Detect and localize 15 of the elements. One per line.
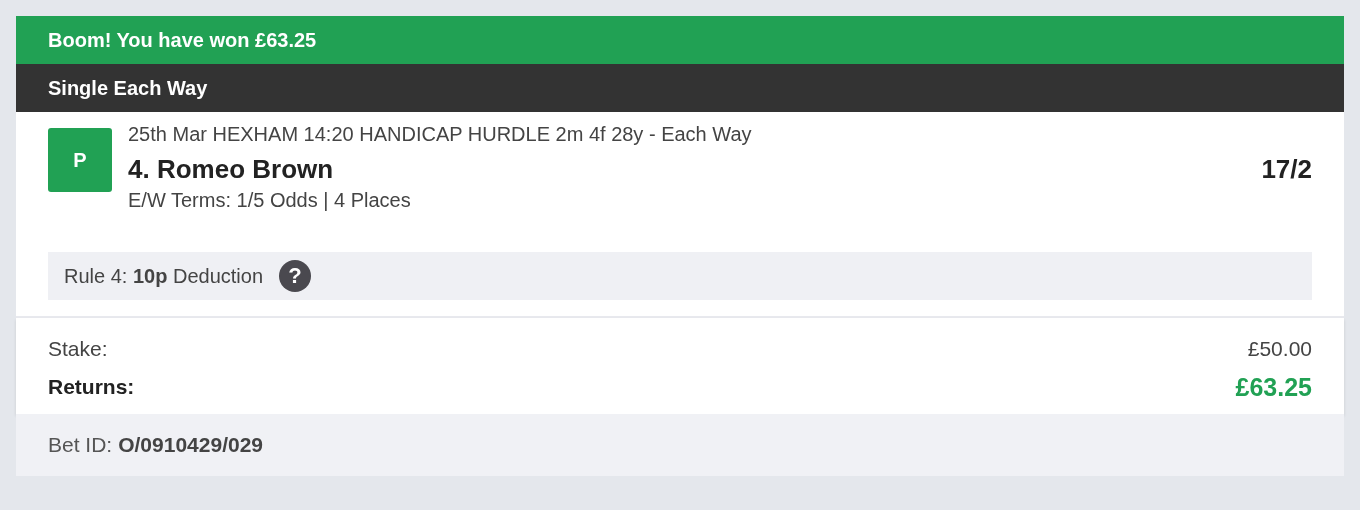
rule4-text: Rule 4: 10p Deduction [64,264,264,288]
event-name: 25th Mar HEXHAM 14:20 HANDICAP HURDLE 2m 4f 28y - Each Way [128,122,753,146]
stake-amount: £50.00 [1247,337,1312,361]
help-icon[interactable]: ? [279,260,312,292]
bet-id-label: Bet ID: [48,433,113,457]
stake-label: Stake: [48,337,108,361]
returns-amount: £63.25 [1235,372,1312,402]
odds: 17/2 [1261,154,1312,185]
bet-type-header: Single Each Way [16,64,1344,112]
result-badge: P [48,128,112,192]
runner-name: 4. Romeo Brown [128,154,334,185]
bet-id-value: O/0910429/029 [118,433,263,457]
returns-label: Returns: [48,375,135,399]
win-banner: Boom! You have won £63.25 [16,16,1344,64]
each-way-terms: E/W Terms: 1/5 Odds | 4 Places [128,189,412,212]
